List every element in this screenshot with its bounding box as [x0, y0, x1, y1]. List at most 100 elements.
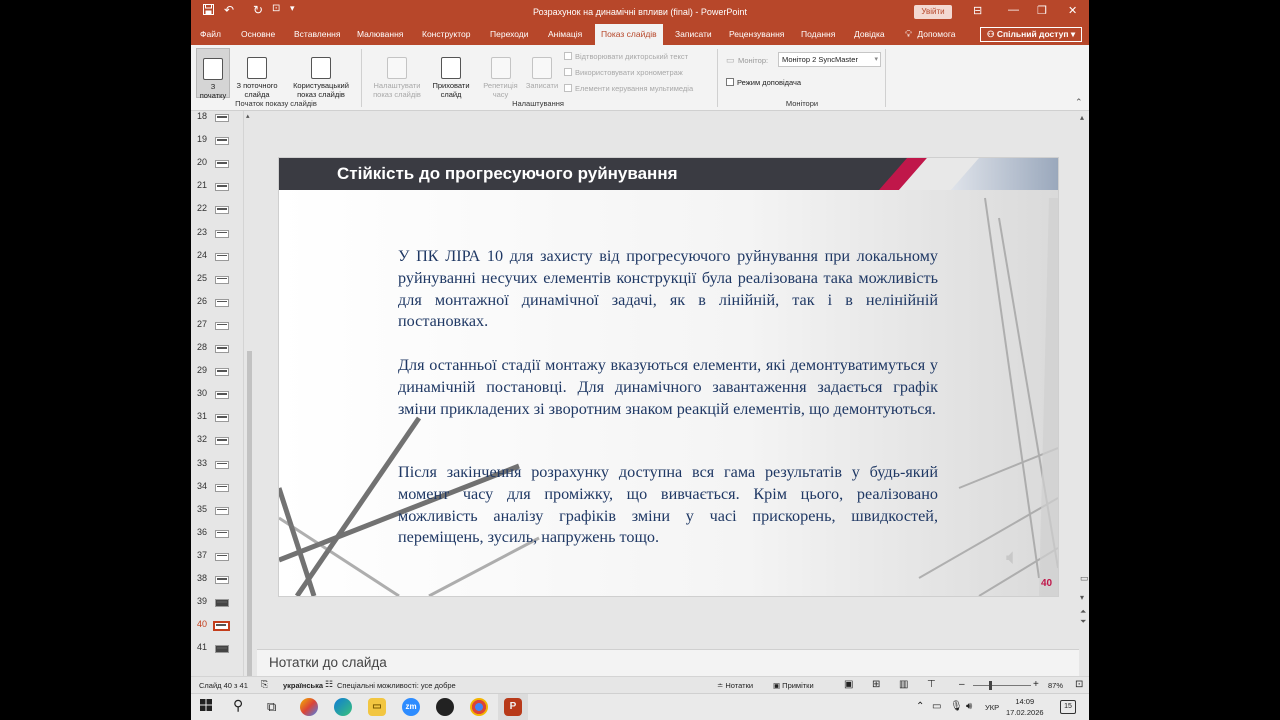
slide-thumbnail[interactable]: 41	[191, 642, 249, 665]
accessibility-status[interactable]: Спеціальні можливості: усе добре	[337, 681, 456, 690]
tab-insert[interactable]: Вставлення	[294, 24, 340, 45]
slide-thumbnail[interactable]: 37	[191, 550, 249, 573]
normal-view-icon[interactable]: ▣	[844, 679, 853, 690]
zoom-slider-track[interactable]	[973, 685, 1031, 686]
media-controls-checkbox[interactable]: Елементи керування мультимедіа	[564, 84, 693, 93]
slide-thumbnail[interactable]: 24	[191, 250, 249, 273]
slideshow-view-icon[interactable]: ⊤	[927, 679, 936, 690]
slide-thumbnail[interactable]: 23	[191, 227, 249, 250]
rehearse-timings-button[interactable]: Репетиція часу	[478, 48, 523, 99]
slide-thumbnail[interactable]: 19	[191, 134, 249, 157]
volume-icon[interactable]: 🔊︎	[966, 701, 972, 712]
use-timings-checkbox[interactable]: Використовувати хронометраж	[564, 68, 683, 77]
tab-animations[interactable]: Анімація	[548, 24, 582, 45]
tab-review[interactable]: Рецензування	[729, 24, 784, 45]
hide-slide-button[interactable]: Приховати слайд	[431, 48, 471, 99]
notes-toggle-button[interactable]: ≐ Нотатки	[717, 681, 753, 690]
slide-thumbnail[interactable]: 26	[191, 296, 249, 319]
slide-thumbnail[interactable]: 40	[191, 619, 249, 642]
slide-paragraph-3[interactable]: Після закінчення розрахунку доступна вся…	[398, 462, 938, 549]
tell-me-search[interactable]: 💡︎ Допомога	[905, 24, 956, 45]
tab-slideshow[interactable]: Показ слайдів	[595, 24, 663, 45]
slide-thumbnail[interactable]: 33	[191, 458, 249, 481]
zoom-in-icon[interactable]: +	[1033, 679, 1039, 690]
network-icon[interactable]: ▭	[932, 701, 941, 712]
setup-slideshow-button[interactable]: Налаштувати показ слайдів	[367, 48, 427, 99]
slide-paragraph-2[interactable]: Для останньої стадії монтажу вказуються …	[398, 355, 938, 420]
tab-transitions[interactable]: Переходи	[490, 24, 529, 45]
ribbon-display-icon[interactable]: ⊟	[973, 4, 982, 17]
chrome-icon[interactable]	[470, 698, 488, 716]
tab-file[interactable]: Файл	[200, 24, 221, 45]
microphone-icon[interactable]: 🎙︎	[950, 701, 963, 712]
scroll-down-icon[interactable]: ▾	[1080, 593, 1084, 602]
presenter-view-checkbox[interactable]: Режим доповідача	[726, 78, 801, 87]
collapse-ribbon-icon[interactable]: ⌃	[1075, 97, 1083, 108]
language-indicator[interactable]: українська	[283, 681, 323, 690]
slide-thumbnail[interactable]: 36	[191, 527, 249, 550]
tab-help[interactable]: Довідка	[854, 24, 885, 45]
close-button[interactable]: ✕	[1068, 4, 1077, 17]
slide-thumbnail[interactable]: 21	[191, 180, 249, 203]
custom-slideshow-button[interactable]: Користувацький показ слайдів	[286, 48, 356, 99]
file-explorer-icon[interactable]: ▭	[368, 698, 386, 716]
share-button[interactable]: ⚇ Спільний доступ ▾	[980, 27, 1082, 42]
maximize-button[interactable]: ❐	[1037, 4, 1047, 17]
scrollbar-thumb[interactable]	[247, 351, 252, 676]
slide-thumbnail[interactable]: 29	[191, 365, 249, 388]
slide-thumbnail[interactable]: 20	[191, 157, 249, 180]
notification-center-icon[interactable]: 15	[1060, 700, 1076, 714]
tray-overflow-icon[interactable]: ⌃	[916, 701, 924, 712]
tab-record[interactable]: Записати	[675, 24, 712, 45]
slide-thumbnail[interactable]: 25	[191, 273, 249, 296]
record-button[interactable]: Записати	[523, 48, 561, 90]
slide-sorter-icon[interactable]: ⊞	[872, 679, 880, 690]
spellcheck-icon[interactable]: ⎘	[261, 679, 268, 690]
slide-thumbnail[interactable]: 39	[191, 596, 249, 619]
slide-paragraph-1[interactable]: У ПК ЛІРА 10 для захисту від прогресуючо…	[398, 246, 938, 333]
slide-scrollbar[interactable]: ▴ ▭ ▾ ⏶ ⏷	[1079, 111, 1089, 676]
play-narrations-checkbox[interactable]: Відтворювати дикторський текст	[564, 52, 688, 61]
tab-design[interactable]: Конструктор	[422, 24, 470, 45]
monitor-select[interactable]: Монітор 2 SyncMaster ▾	[778, 52, 881, 67]
previous-slide-icon[interactable]: ⏶	[1080, 607, 1086, 617]
copilot-icon[interactable]	[300, 698, 318, 716]
input-language[interactable]: УКР	[985, 703, 999, 712]
windows-start-icon[interactable]	[200, 699, 212, 714]
slide-thumbnail[interactable]: 18	[191, 111, 249, 134]
slide-title[interactable]: Стійкість до прогресуючого руйнування	[337, 164, 678, 184]
slide-thumbnail[interactable]: 32	[191, 434, 249, 457]
next-slide-icon[interactable]: ⏷	[1080, 617, 1086, 627]
current-slide[interactable]: Стійкість до прогресуючого руйнування У …	[279, 158, 1058, 596]
slide-thumbnail[interactable]: 31	[191, 411, 249, 434]
slide-thumbnail[interactable]: 30	[191, 388, 249, 411]
slide-thumbnail[interactable]: 22	[191, 203, 249, 226]
from-beginning-button[interactable]: З початку	[196, 48, 230, 100]
zoom-level[interactable]: 87%	[1048, 681, 1063, 690]
scroll-up-icon[interactable]: ▴	[246, 112, 250, 120]
media-player-icon[interactable]	[436, 698, 454, 716]
speaker-icon[interactable]: 🔈︎	[1006, 544, 1019, 570]
thumbnail-scrollbar[interactable]: ▴	[243, 111, 254, 676]
minimize-button[interactable]: —	[1008, 4, 1019, 16]
slide-thumbnail[interactable]: 38	[191, 573, 249, 596]
sign-in-button[interactable]: Увійти	[914, 5, 952, 19]
reading-view-icon[interactable]: ▥	[899, 679, 908, 690]
notes-pane[interactable]: Нотатки до слайда	[257, 649, 1079, 676]
slide-thumbnail[interactable]: 34	[191, 481, 249, 504]
tab-home[interactable]: Основне	[241, 24, 275, 45]
tab-draw[interactable]: Малювання	[357, 24, 403, 45]
edge-icon[interactable]	[334, 698, 352, 716]
zoom-app-icon[interactable]: zm	[402, 698, 420, 716]
zoom-out-icon[interactable]: –	[959, 679, 965, 690]
comments-toggle-button[interactable]: ▣ Примітки	[773, 681, 814, 690]
slide-thumbnail[interactable]: 35	[191, 504, 249, 527]
slide-thumbnail[interactable]: 27	[191, 319, 249, 342]
from-current-slide-button[interactable]: З поточного слайда	[231, 48, 283, 99]
tab-view[interactable]: Подання	[801, 24, 835, 45]
scroll-box-icon[interactable]: ▭	[1080, 573, 1089, 584]
slide-thumbnail[interactable]: 28	[191, 342, 249, 365]
zoom-slider-handle[interactable]	[989, 681, 992, 690]
clock[interactable]: 14:09 17.02.2026	[1006, 696, 1044, 718]
fit-slide-icon[interactable]: ⊡	[1075, 679, 1083, 690]
